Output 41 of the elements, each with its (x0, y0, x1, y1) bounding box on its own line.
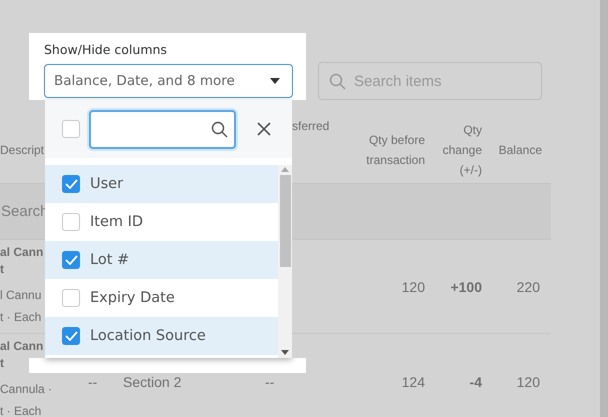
table-cell-text: 124 (400, 375, 425, 389)
scroll-down-icon[interactable] (281, 350, 289, 355)
checkbox[interactable] (62, 175, 80, 193)
item-detail: l Cannu (0, 287, 42, 304)
column-header: Balance (498, 142, 543, 158)
scroll-up-icon[interactable] (281, 167, 289, 172)
table-cell-text: +100 (449, 280, 482, 294)
table-cell-text: -- (87, 375, 98, 389)
checkbox[interactable] (62, 289, 80, 307)
table-cell-text: -4 (468, 375, 482, 389)
item-name: al Cann (0, 338, 44, 355)
search-icon (329, 72, 346, 90)
select-all-checkbox[interactable] (62, 120, 80, 138)
item-detail: t · Each (0, 309, 42, 326)
column-header: Descript (0, 142, 46, 158)
column-header: Qty before transaction (365, 132, 425, 168)
column-option[interactable]: Location Source (45, 317, 278, 355)
field-label: Show/Hide columns (44, 42, 168, 57)
columns-dropdown[interactable]: Balance, Date, and 8 more (44, 64, 293, 98)
caret-icon (270, 78, 280, 84)
table-cell-text: Section 2 (122, 375, 182, 389)
column-option[interactable]: User (45, 165, 278, 203)
scrollbar[interactable] (278, 165, 292, 358)
column-header: Qty change (+/-) (442, 122, 482, 178)
search-icon (211, 120, 228, 138)
table-cell-text: 120 (400, 280, 425, 294)
item-name: t (0, 355, 4, 372)
item-detail: Cannula · (0, 381, 52, 398)
table-cell-text: 220 (516, 280, 541, 294)
close-button[interactable] (257, 122, 271, 136)
table-cell-text: 120 (516, 375, 541, 389)
item-name: t (0, 261, 4, 278)
checkbox[interactable] (62, 213, 80, 231)
table-cell-text: -- (264, 375, 276, 389)
column-header: sferred (292, 118, 330, 135)
search-field[interactable] (89, 110, 236, 148)
item-name: al Cann (0, 244, 44, 261)
column-option[interactable]: Lot # (45, 241, 278, 279)
checkbox[interactable] (62, 251, 80, 269)
checkbox[interactable] (62, 327, 80, 345)
item-detail: t · Each (0, 403, 42, 417)
